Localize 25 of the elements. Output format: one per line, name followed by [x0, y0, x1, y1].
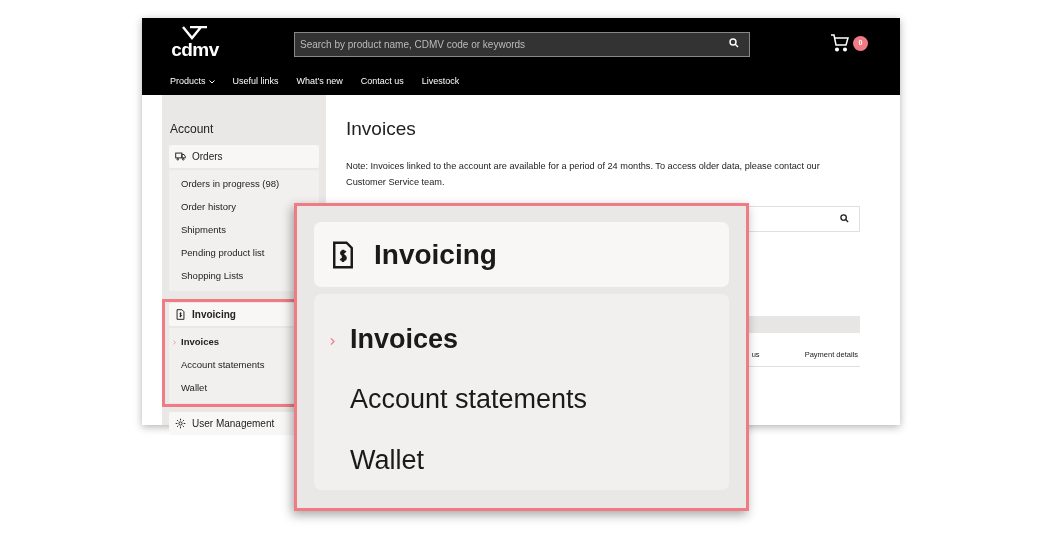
sidebar-group-header[interactable]: Invoicing [314, 222, 729, 287]
chevron-icon [173, 340, 176, 345]
logo-text: cdmv [171, 40, 219, 60]
nav-link[interactable]: Contact us [360, 74, 404, 89]
nav-link[interactable]: What's new [296, 74, 343, 89]
truck-icon [175, 151, 186, 162]
search-icon[interactable] [729, 37, 739, 48]
logo-chevron-icon [182, 26, 208, 40]
sidebar-item[interactable]: Orders in progress (98) [169, 173, 319, 196]
chevron-icon [330, 337, 335, 346]
dollar-document-icon [332, 240, 354, 269]
dollar-document-icon [175, 309, 186, 320]
settings-icon [175, 418, 186, 429]
cart-icon[interactable] [830, 34, 850, 52]
search-field[interactable]: Search by product name, CDMV code or keywords [294, 31, 750, 57]
note-text: Note: Invoices linked to the account are available for a period of 24 months. To access older data, please contact our Customer Service team. [346, 159, 821, 189]
nav-link[interactable]: Useful links [232, 74, 279, 89]
search-icon[interactable] [840, 214, 849, 223]
nav-link[interactable]: Products [170, 74, 215, 89]
sidebar-group-header[interactable]: Orders [169, 145, 319, 168]
caret-icon [208, 79, 215, 84]
nav-link[interactable]: Livestock [421, 74, 460, 89]
sidebar-title: Account [169, 121, 215, 138]
logo[interactable]: cdmv [170, 26, 220, 60]
page-title: Invoices [346, 117, 417, 141]
